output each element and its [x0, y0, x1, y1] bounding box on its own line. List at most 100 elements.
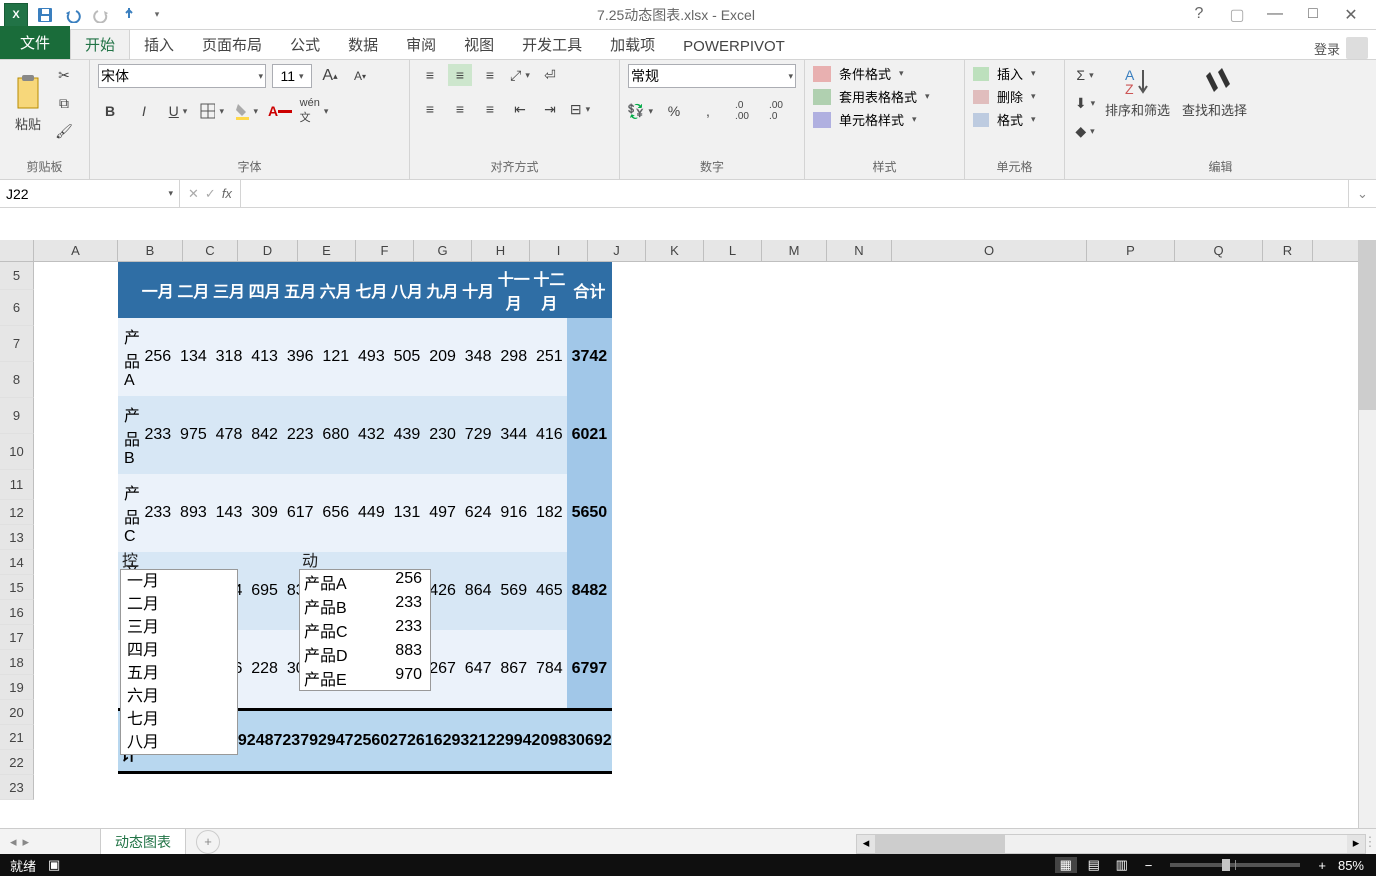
row-header[interactable]: 17: [0, 625, 34, 650]
list-item[interactable]: 八月: [121, 731, 237, 754]
insert-cells-button[interactable]: 插入▾: [973, 64, 1056, 83]
column-header[interactable]: L: [704, 240, 762, 261]
sheet-nav-first[interactable]: ◂: [10, 834, 17, 850]
row-header[interactable]: 5: [0, 262, 34, 290]
wrap-text-button[interactable]: ⏎: [538, 64, 562, 86]
format-as-table-button[interactable]: 套用表格格式▾: [813, 87, 956, 106]
row-header[interactable]: 18: [0, 650, 34, 675]
font-color-button[interactable]: A: [268, 100, 292, 122]
tab-view[interactable]: 视图: [450, 30, 508, 59]
list-item[interactable]: 三月: [121, 616, 237, 639]
zoom-in-button[interactable]: +: [1312, 858, 1332, 873]
spreadsheet-grid[interactable]: ABCDEFGHIJKLMNOPQR 567891011121314151617…: [0, 240, 1376, 828]
align-middle-button[interactable]: ≡: [448, 64, 472, 86]
view-pagelayout-button[interactable]: ▤: [1083, 857, 1105, 873]
column-header[interactable]: J: [588, 240, 646, 261]
zoom-slider[interactable]: [1170, 863, 1300, 867]
qat-customize[interactable]: ▾: [146, 4, 168, 26]
copy-button[interactable]: ⧉: [52, 92, 76, 114]
tab-home[interactable]: 开始: [70, 29, 130, 59]
minimize-button[interactable]: —: [1260, 5, 1290, 25]
row-header[interactable]: 22: [0, 750, 34, 775]
tab-review[interactable]: 审阅: [392, 30, 450, 59]
align-left-button[interactable]: ≡: [418, 98, 442, 120]
row-header[interactable]: 16: [0, 600, 34, 625]
italic-button[interactable]: I: [132, 100, 156, 122]
column-header[interactable]: R: [1263, 240, 1313, 261]
currency-button[interactable]: 💱▾: [628, 100, 652, 122]
decrease-indent-button[interactable]: ⇤: [508, 98, 532, 120]
view-normal-button[interactable]: ▦: [1055, 857, 1077, 873]
select-all-corner[interactable]: [0, 240, 34, 261]
row-header[interactable]: 11: [0, 470, 34, 500]
column-header[interactable]: G: [414, 240, 472, 261]
horizontal-scrollbar[interactable]: ◂▸: [856, 834, 1366, 854]
tab-formulas[interactable]: 公式: [276, 30, 334, 59]
column-header[interactable]: P: [1087, 240, 1175, 261]
merge-cells-button[interactable]: ⊟▾: [568, 98, 592, 120]
format-painter-button[interactable]: 🖌: [52, 120, 76, 142]
signin-link[interactable]: 登录: [1314, 39, 1340, 58]
column-header[interactable]: D: [238, 240, 298, 261]
font-size-combo[interactable]: 11▾: [272, 64, 312, 88]
percent-button[interactable]: %: [662, 100, 686, 122]
enter-formula-button[interactable]: ✓: [205, 186, 216, 202]
vertical-scrollbar[interactable]: [1358, 240, 1376, 828]
row-header[interactable]: 20: [0, 700, 34, 725]
column-header[interactable]: O: [892, 240, 1087, 261]
align-right-button[interactable]: ≡: [478, 98, 502, 120]
find-select-button[interactable]: 查找和选择: [1178, 64, 1251, 121]
column-header[interactable]: E: [298, 240, 356, 261]
sort-filter-button[interactable]: AZ 排序和筛选: [1101, 64, 1174, 121]
comma-button[interactable]: ,: [696, 100, 720, 122]
cut-button[interactable]: ✂: [52, 64, 76, 86]
conditional-format-button[interactable]: 条件格式▾: [813, 64, 956, 83]
control-list[interactable]: 一月二月三月四月五月六月七月八月: [120, 569, 238, 755]
tab-addins[interactable]: 加载项: [596, 30, 669, 59]
row-header[interactable]: 12: [0, 500, 34, 525]
zoom-out-button[interactable]: −: [1139, 858, 1159, 873]
tab-powerpivot[interactable]: POWERPIVOT: [669, 34, 799, 59]
name-box-input[interactable]: [6, 186, 173, 202]
number-format-combo[interactable]: 常规▾: [628, 64, 796, 88]
delete-cells-button[interactable]: 删除▾: [973, 87, 1056, 106]
ribbon-options-button[interactable]: ▢: [1222, 5, 1252, 25]
row-header[interactable]: 13: [0, 525, 34, 550]
tab-insert[interactable]: 插入: [130, 30, 188, 59]
row-header[interactable]: 7: [0, 326, 34, 362]
tab-pagelayout[interactable]: 页面布局: [188, 30, 276, 59]
row-header[interactable]: 9: [0, 398, 34, 434]
expand-formula-bar[interactable]: ⌄: [1348, 180, 1376, 207]
align-center-button[interactable]: ≡: [448, 98, 472, 120]
underline-button[interactable]: U ▾: [166, 100, 190, 122]
column-header[interactable]: F: [356, 240, 414, 261]
column-header[interactable]: I: [530, 240, 588, 261]
bold-button[interactable]: B: [98, 100, 122, 122]
redo-button[interactable]: [90, 4, 112, 26]
column-header[interactable]: K: [646, 240, 704, 261]
fill-color-button[interactable]: ▾: [234, 100, 258, 122]
row-header[interactable]: 21: [0, 725, 34, 750]
undo-button[interactable]: [62, 4, 84, 26]
tab-data[interactable]: 数据: [334, 30, 392, 59]
list-item[interactable]: 六月: [121, 685, 237, 708]
list-item[interactable]: 二月: [121, 593, 237, 616]
format-cells-button[interactable]: 格式▾: [973, 110, 1056, 129]
list-item[interactable]: 五月: [121, 662, 237, 685]
font-name-combo[interactable]: 宋体▾: [98, 64, 266, 88]
column-header[interactable]: M: [762, 240, 827, 261]
add-sheet-button[interactable]: +: [196, 830, 220, 854]
align-top-button[interactable]: ≡: [418, 64, 442, 86]
decrease-font-button[interactable]: A▾: [348, 65, 372, 87]
row-header[interactable]: 8: [0, 362, 34, 398]
row-header[interactable]: 23: [0, 775, 34, 800]
decrease-decimal-button[interactable]: .00.0: [764, 100, 788, 122]
column-header[interactable]: B: [118, 240, 183, 261]
column-header[interactable]: Q: [1175, 240, 1263, 261]
row-header[interactable]: 15: [0, 575, 34, 600]
name-box[interactable]: ▾: [0, 180, 180, 207]
row-header[interactable]: 14: [0, 550, 34, 575]
tab-developer[interactable]: 开发工具: [508, 30, 596, 59]
help-button[interactable]: ?: [1184, 5, 1214, 25]
close-button[interactable]: ✕: [1336, 5, 1366, 25]
